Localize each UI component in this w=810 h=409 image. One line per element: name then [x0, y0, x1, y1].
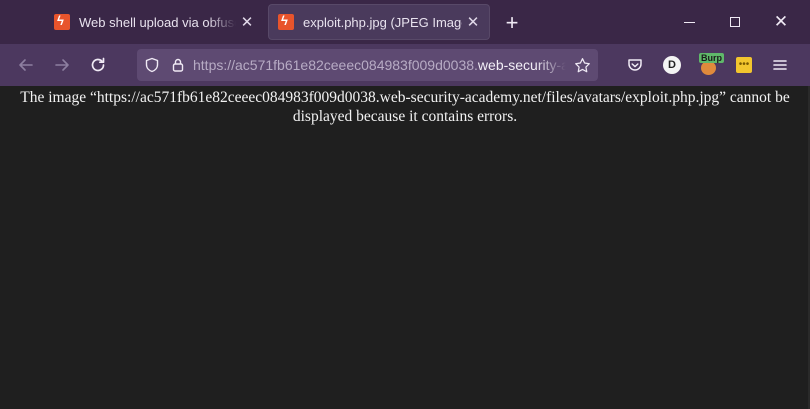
back-arrow-icon [19, 59, 33, 71]
tab-exploit-image[interactable]: exploit.php.jpg (JPEG Image) ✕ [268, 4, 490, 40]
address-bar[interactable]: https://ac571fb61e82ceeec084983f009d0038… [137, 49, 598, 81]
pocket-button[interactable] [623, 53, 647, 77]
navigation-toolbar: https://ac571fb61e82ceeec084983f009d0038… [0, 44, 810, 86]
minimize-icon [683, 21, 695, 23]
burp-favicon-icon [54, 13, 70, 30]
avatar: D [663, 56, 681, 74]
url-text[interactable]: https://ac571fb61e82ceeec084983f009d0038… [189, 57, 566, 73]
close-window-button[interactable]: ✕ [758, 0, 804, 44]
hamburger-menu-icon [773, 60, 787, 70]
tab-strip: Web shell upload via obfuscated file ext… [0, 0, 810, 44]
extension-icon: ••• [736, 57, 752, 73]
forward-arrow-icon [55, 59, 69, 71]
burp-favicon-icon [278, 13, 294, 30]
tab-web-shell-upload[interactable]: Web shell upload via obfuscated file ext… [44, 4, 264, 40]
reload-icon [91, 57, 105, 72]
app-menu-button[interactable] [768, 53, 792, 77]
new-tab-button[interactable]: + [498, 9, 526, 37]
tracking-protection-icon[interactable] [137, 57, 167, 73]
pocket-icon [628, 59, 642, 71]
tab-close-icon[interactable]: ✕ [236, 11, 258, 33]
page-content: The image “https://ac571fb61e82ceeec0849… [0, 86, 810, 409]
account-button[interactable]: D [660, 53, 684, 77]
burp-extension-icon: Burp [699, 53, 724, 75]
burp-tag: Burp [699, 53, 724, 63]
lock-icon[interactable] [167, 57, 189, 73]
image-error-message: The image “https://ac571fb61e82ceeec0849… [20, 89, 790, 125]
back-button[interactable] [10, 49, 42, 81]
url-prefix: https://ac571fb61e82ceeec084983f009d0038… [193, 57, 478, 73]
maximize-icon [730, 17, 740, 27]
bookmark-star-icon[interactable] [566, 57, 598, 74]
tab-title: Web shell upload via obfuscated file ext… [79, 14, 236, 30]
url-host: web-security-academy.net/files/avatars/e… [477, 57, 566, 73]
minimize-button[interactable] [666, 0, 712, 44]
forward-button[interactable] [46, 49, 78, 81]
maximize-button[interactable] [712, 0, 758, 44]
burp-extension-button[interactable]: Burp [697, 53, 724, 77]
browser-window: Web shell upload via obfuscated file ext… [0, 0, 810, 409]
reload-button[interactable] [82, 49, 114, 81]
tab-title: exploit.php.jpg (JPEG Image) [303, 14, 462, 30]
close-icon: ✕ [773, 12, 789, 31]
tab-close-icon[interactable]: ✕ [462, 11, 484, 33]
extension-button[interactable]: ••• [732, 53, 756, 77]
